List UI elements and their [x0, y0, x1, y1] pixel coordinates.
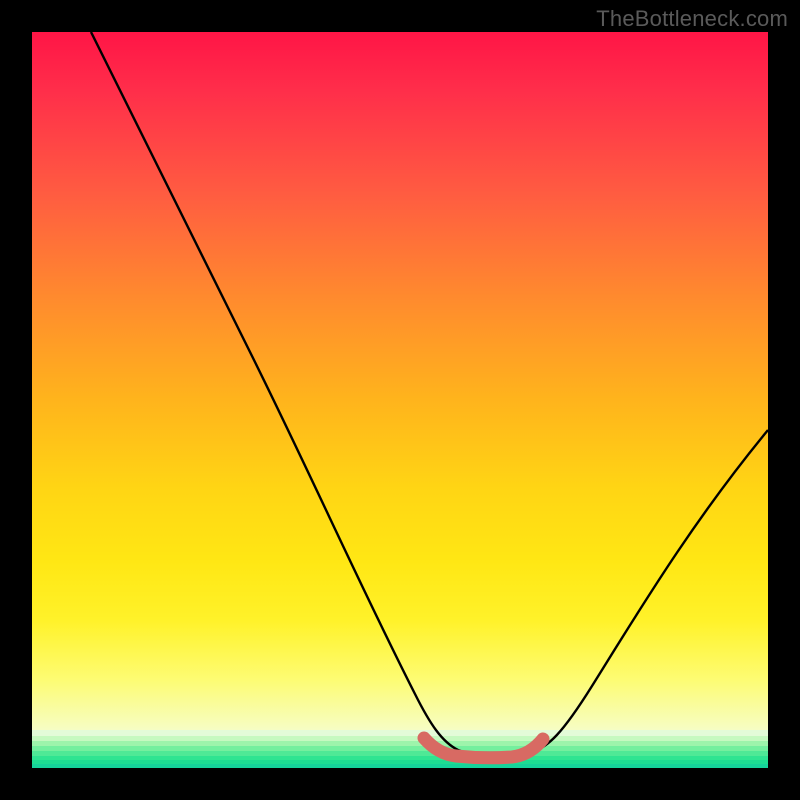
chart-frame: TheBottleneck.com	[0, 0, 800, 800]
bottleneck-curve	[91, 32, 768, 756]
flat-minimum-highlight	[424, 738, 543, 758]
curve-layer	[32, 32, 768, 768]
plot-area	[32, 32, 768, 768]
watermark-text: TheBottleneck.com	[596, 6, 788, 32]
